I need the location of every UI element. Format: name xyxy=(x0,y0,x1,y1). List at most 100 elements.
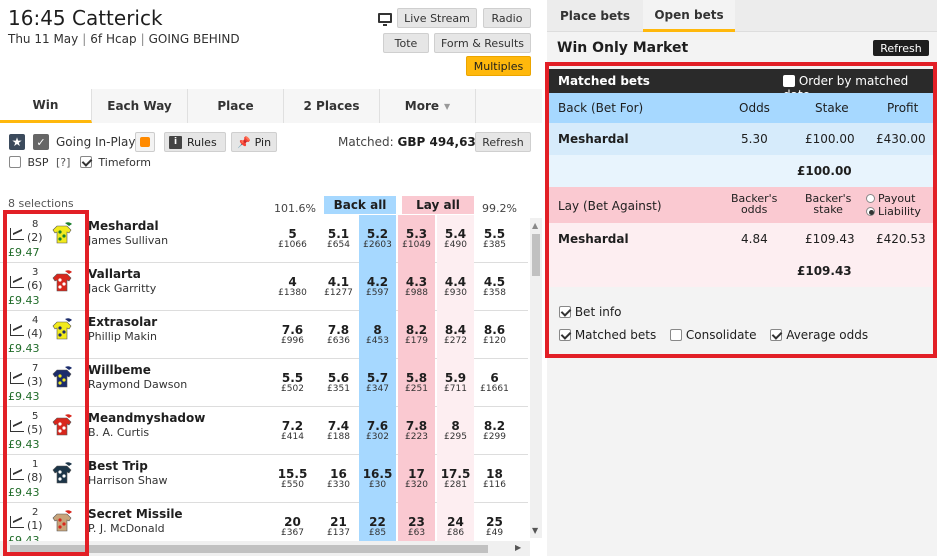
back-price-2-cell[interactable]: 7.4 £188 xyxy=(320,407,357,455)
back-price-best-cell[interactable]: 7.6 £302 xyxy=(359,407,396,455)
lay-price-best-cell[interactable]: 4.3 £988 xyxy=(398,263,435,311)
order-by-date-checkbox[interactable] xyxy=(783,75,795,87)
going-in-play-label: Going In-Play xyxy=(56,135,136,149)
back-price-best-cell[interactable]: 5.7 £347 xyxy=(359,359,396,407)
lay-price-3-cell[interactable]: 6 £1661 xyxy=(476,359,513,407)
multiples-button[interactable]: Multiples xyxy=(466,56,531,76)
bsp-help-link[interactable]: [?] xyxy=(56,156,70,169)
tote-button[interactable]: Tote xyxy=(383,33,429,53)
consolidate-checkbox[interactable] xyxy=(670,329,683,341)
tab-each-way[interactable]: Each Way xyxy=(92,89,188,123)
in-play-indicator-icon[interactable] xyxy=(135,132,155,152)
live-stream-button[interactable]: Live Stream xyxy=(397,8,477,28)
betslip-panel: Place bets Open bets Win Only Market Ref… xyxy=(547,0,937,556)
refresh-button[interactable]: Refresh xyxy=(475,132,531,152)
vertical-scrollbar[interactable]: ▲ ▼ xyxy=(530,218,542,538)
bet-info-option[interactable]: Bet info xyxy=(559,305,621,319)
scroll-down-icon[interactable]: ▼ xyxy=(532,526,538,535)
back-all-button[interactable]: Back all xyxy=(324,196,396,214)
back-price-best-cell[interactable]: 4.2 £597 xyxy=(359,263,396,311)
back-price-2-cell[interactable]: 5.6 £351 xyxy=(320,359,357,407)
lay-price-2-cell[interactable]: 4.4 £930 xyxy=(437,263,474,311)
payout-option[interactable]: Payout xyxy=(866,192,921,205)
tv-icon[interactable] xyxy=(378,13,392,26)
lay-price-best-cell[interactable]: 5.3 £1049 xyxy=(398,215,435,263)
tab-win[interactable]: Win xyxy=(0,89,92,123)
jockey-name: Phillip Makin xyxy=(88,330,157,343)
tab-place[interactable]: Place xyxy=(188,89,284,123)
lay-price-2-cell[interactable]: 8.4 £272 xyxy=(437,311,474,359)
chart-icon[interactable] xyxy=(10,228,24,240)
back-price-3-cell[interactable]: 15.5 £550 xyxy=(274,455,311,503)
pin-button[interactable]: 📌 Pin xyxy=(231,132,277,152)
rules-button[interactable]: i Rules xyxy=(164,132,226,152)
jockey-name: Harrison Shaw xyxy=(88,474,168,487)
horizontal-scrollbar[interactable]: ▶ xyxy=(0,541,530,556)
lay-price-3-cell[interactable]: 4.5 £358 xyxy=(476,263,513,311)
chart-icon[interactable] xyxy=(10,516,24,528)
average-odds-checkbox[interactable] xyxy=(770,329,783,341)
refresh-button[interactable]: Refresh xyxy=(873,40,929,56)
back-price-2-cell[interactable]: 16 £330 xyxy=(320,455,357,503)
jockey-silk-icon xyxy=(52,222,72,244)
lay-all-button[interactable]: Lay all xyxy=(402,196,474,214)
chart-icon[interactable] xyxy=(10,420,24,432)
odds-value: 5.7 xyxy=(366,371,389,385)
back-price-3-cell[interactable]: 5.5 £502 xyxy=(274,359,311,407)
back-odds: 5.30 xyxy=(741,132,768,146)
chart-icon[interactable] xyxy=(10,468,24,480)
radio-button[interactable]: Radio xyxy=(483,8,531,28)
checkmark-icon[interactable]: ✓ xyxy=(33,134,49,150)
lay-price-best-cell[interactable]: 7.8 £223 xyxy=(398,407,435,455)
payout-radio[interactable] xyxy=(866,194,875,203)
back-price-2-cell[interactable]: 7.8 £636 xyxy=(320,311,357,359)
lay-price-best-cell[interactable]: 17 £320 xyxy=(398,455,435,503)
bsp-checkbox[interactable] xyxy=(9,156,21,168)
back-price-best-cell[interactable]: 5.2 £2603 xyxy=(359,215,396,263)
lay-price-3-cell[interactable]: 18 £116 xyxy=(476,455,513,503)
liability-option[interactable]: Liability xyxy=(866,205,921,218)
chart-icon[interactable] xyxy=(10,372,24,384)
matched-bets-checkbox[interactable] xyxy=(559,329,571,341)
tab-place-bets[interactable]: Place bets xyxy=(547,0,643,32)
available-stake: £86 xyxy=(446,528,465,538)
tab-more[interactable]: More ▼ xyxy=(380,89,476,123)
odds-value: 23 xyxy=(408,515,425,529)
bet-info-checkbox[interactable] xyxy=(559,306,571,318)
back-bet-row: Meshardal 5.30 £100.00 £430.00 xyxy=(547,123,937,155)
odds-column-header: Odds xyxy=(739,101,770,115)
matched-label: Matched: xyxy=(338,135,394,149)
back-price-2-cell[interactable]: 4.1 £1277 xyxy=(320,263,357,311)
scroll-up-icon[interactable]: ▲ xyxy=(532,221,538,230)
star-icon[interactable]: ★ xyxy=(9,134,25,150)
selection-count: 8 selections xyxy=(8,197,74,210)
back-price-3-cell[interactable]: 7.6 £996 xyxy=(274,311,311,359)
back-price-best-cell[interactable]: 16.5 £30 xyxy=(359,455,396,503)
form-results-button[interactable]: Form & Results xyxy=(434,33,531,53)
liability-radio[interactable] xyxy=(866,207,875,216)
lay-price-3-cell[interactable]: 8.6 £120 xyxy=(476,311,513,359)
back-price-3-cell[interactable]: 4 £1380 xyxy=(274,263,311,311)
back-price-best-cell[interactable]: 8 £453 xyxy=(359,311,396,359)
scrollbar-thumb[interactable] xyxy=(10,545,488,553)
back-price-2-cell[interactable]: 5.1 £654 xyxy=(320,215,357,263)
tab-2-places[interactable]: 2 Places xyxy=(284,89,380,123)
lay-price-2-cell[interactable]: 5.9 £711 xyxy=(437,359,474,407)
chart-icon[interactable] xyxy=(10,324,24,336)
lay-price-2-cell[interactable]: 8 £295 xyxy=(437,407,474,455)
lay-price-best-cell[interactable]: 5.8 £251 xyxy=(398,359,435,407)
lay-price-2-cell[interactable]: 5.4 £490 xyxy=(437,215,474,263)
lay-price-best-cell[interactable]: 8.2 £179 xyxy=(398,311,435,359)
back-price-3-cell[interactable]: 5 £1066 xyxy=(274,215,311,263)
odds-value: 16.5 xyxy=(362,467,393,481)
scrollbar-thumb[interactable] xyxy=(532,234,540,276)
tab-open-bets[interactable]: Open bets xyxy=(643,0,735,32)
runner-number: 3 xyxy=(32,267,39,278)
lay-price-3-cell[interactable]: 5.5 £385 xyxy=(476,215,513,263)
scroll-right-icon[interactable]: ▶ xyxy=(515,543,521,552)
back-price-3-cell[interactable]: 7.2 £414 xyxy=(274,407,311,455)
timeform-checkbox[interactable] xyxy=(79,156,92,168)
chart-icon[interactable] xyxy=(10,276,24,288)
lay-price-2-cell[interactable]: 17.5 £281 xyxy=(437,455,474,503)
lay-price-3-cell[interactable]: 8.2 £299 xyxy=(476,407,513,455)
